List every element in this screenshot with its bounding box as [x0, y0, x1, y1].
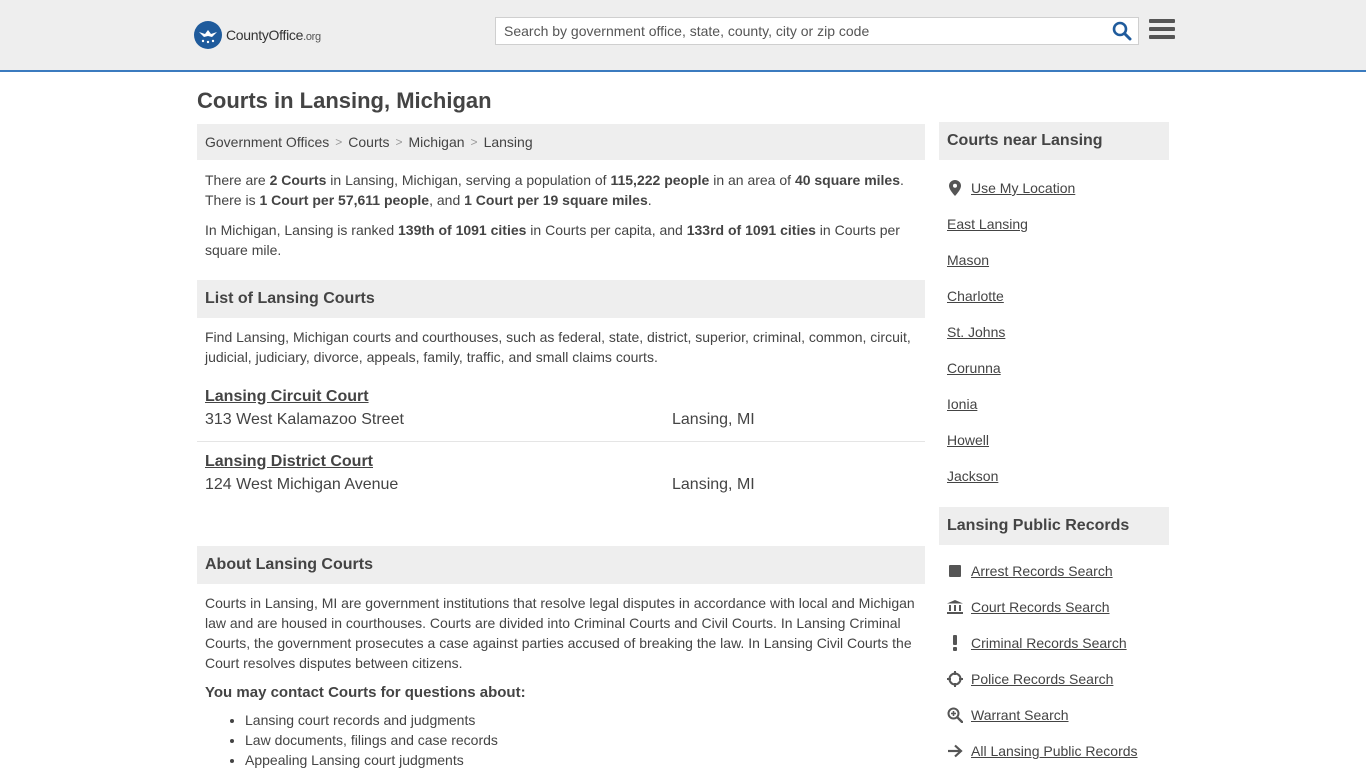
public-records-list: Arrest Records Search Court Records Sear… [939, 553, 1169, 769]
warrant-search-link[interactable]: Warrant Search [971, 707, 1069, 723]
ranking-text: in Courts per capita, and [526, 222, 687, 238]
exclamation-icon [947, 635, 963, 651]
list-item: St. Johns [939, 314, 1169, 350]
search-icon [1112, 21, 1132, 41]
per-area-value: 1 Court per 19 square miles [464, 192, 648, 208]
hamburger-menu-button[interactable] [1149, 19, 1175, 43]
area-value: 40 square miles [794, 172, 900, 188]
nearby-city-link[interactable]: Mason [947, 252, 989, 268]
court-name-link[interactable]: Lansing Circuit Court [205, 388, 369, 406]
nearby-city-link[interactable]: St. Johns [947, 324, 1005, 340]
logo-main-text: CountyOffice [226, 27, 304, 43]
about-text: Courts in Lansing, MI are government ins… [205, 595, 915, 671]
per-capita-rank: 139th of 1091 cities [398, 222, 527, 238]
nearby-city-link[interactable]: Howell [947, 432, 989, 448]
per-capita-value: 1 Court per 57,611 people [259, 192, 430, 208]
search-bar [495, 17, 1139, 45]
crosshair-icon [947, 671, 963, 687]
summary-text: There are [205, 172, 270, 188]
page-title: Courts in Lansing, Michigan [197, 88, 492, 113]
court-list-item: Lansing District Court 124 West Michigan… [197, 450, 925, 510]
square-icon [947, 563, 963, 579]
nearby-city-link[interactable]: Charlotte [947, 288, 1004, 304]
logo-wordmark: CountyOffice.org [226, 27, 321, 43]
criminal-records-link[interactable]: Criminal Records Search [971, 635, 1127, 651]
map-pin-icon [947, 180, 963, 196]
court-list-item: Lansing Circuit Court 313 West Kalamazoo… [197, 385, 925, 442]
main-content: Government Offices > Courts > Michigan >… [197, 124, 925, 770]
summary-text: , and [429, 192, 465, 208]
menu-bar-icon [1149, 35, 1175, 39]
list-item: Police Records Search [939, 661, 1169, 697]
sidebar: Courts near Lansing Use My Location East… [939, 122, 1169, 769]
list-item: Lansing court records and judgments [245, 710, 925, 730]
breadcrumb-michigan[interactable]: Michigan [409, 134, 465, 150]
summary-text: in an area of [709, 172, 795, 188]
summary-text: . [647, 192, 652, 208]
ranking-paragraph: In Michigan, Lansing is ranked 139th of … [197, 220, 925, 260]
list-item: Appealing Lansing court judgments [245, 750, 925, 770]
site-header: CountyOffice.org [0, 0, 1366, 72]
nearby-city-link[interactable]: Jackson [947, 468, 998, 484]
court-count: 2 Courts [269, 172, 327, 188]
nearby-cities-list: Use My Location East Lansing Mason Charl… [939, 170, 1169, 494]
list-item: Corunna [939, 350, 1169, 386]
list-item: Warrant Search [939, 697, 1169, 733]
use-location-item: Use My Location [939, 170, 1169, 206]
site-logo[interactable]: CountyOffice.org [194, 20, 321, 50]
breadcrumb-government-offices[interactable]: Government Offices [205, 134, 329, 150]
courts-near-heading: Courts near Lansing [939, 122, 1169, 160]
menu-bar-icon [1149, 19, 1175, 23]
court-name-link[interactable]: Lansing District Court [205, 453, 373, 471]
court-city: Lansing, MI [672, 476, 755, 493]
search-button[interactable] [1106, 18, 1138, 44]
arrow-right-icon [947, 743, 963, 759]
list-item: Howell [939, 422, 1169, 458]
list-item: All Lansing Public Records [939, 733, 1169, 769]
all-public-records-link[interactable]: All Lansing Public Records [971, 743, 1138, 759]
population-value: 115,222 people [610, 172, 710, 188]
list-item: Arrest Records Search [939, 553, 1169, 589]
search-input[interactable] [496, 19, 1106, 43]
nearby-city-link[interactable]: East Lansing [947, 216, 1028, 232]
police-records-link[interactable]: Police Records Search [971, 671, 1113, 687]
breadcrumb-lansing[interactable]: Lansing [484, 134, 533, 150]
court-city: Lansing, MI [672, 411, 755, 428]
contact-heading: You may contact Courts for questions abo… [205, 684, 526, 701]
list-item: Law documents, filings and case records [245, 730, 925, 750]
list-item: Court Records Search [939, 589, 1169, 625]
nearby-city-link[interactable]: Ionia [947, 396, 977, 412]
court-records-link[interactable]: Court Records Search [971, 599, 1110, 615]
logo-tld-text: .org [303, 31, 321, 43]
courthouse-icon [947, 599, 963, 615]
list-section-heading: List of Lansing Courts [197, 280, 925, 318]
chevron-right-icon: > [470, 135, 478, 149]
per-area-rank: 133rd of 1091 cities [686, 222, 816, 238]
chevron-right-icon: > [335, 135, 343, 149]
nearby-city-link[interactable]: Corunna [947, 360, 1001, 376]
chevron-right-icon: > [395, 135, 403, 149]
menu-bar-icon [1149, 27, 1175, 31]
about-section-heading: About Lansing Courts [197, 546, 925, 584]
contact-topics-list: Lansing court records and judgments Law … [197, 710, 925, 770]
list-item: Ionia [939, 386, 1169, 422]
court-address: 124 West Michigan Avenue [205, 476, 399, 493]
breadcrumb-courts[interactable]: Courts [348, 134, 389, 150]
arrest-records-link[interactable]: Arrest Records Search [971, 563, 1113, 579]
list-item: Charlotte [939, 278, 1169, 314]
eagle-logo-icon [194, 21, 222, 49]
breadcrumb: Government Offices > Courts > Michigan >… [197, 124, 925, 160]
use-my-location-link[interactable]: Use My Location [971, 180, 1075, 196]
summary-text: in Lansing, Michigan, serving a populati… [326, 172, 611, 188]
court-address: 313 West Kalamazoo Street [205, 411, 404, 428]
list-item: East Lansing [939, 206, 1169, 242]
list-intro-text: Find Lansing, Michigan courts and courth… [205, 329, 911, 365]
ranking-text: In Michigan, Lansing is ranked [205, 222, 398, 238]
list-item: Mason [939, 242, 1169, 278]
list-item: Jackson [939, 458, 1169, 494]
list-item: Criminal Records Search [939, 625, 1169, 661]
public-records-heading: Lansing Public Records [939, 507, 1169, 545]
summary-paragraph: There are 2 Courts in Lansing, Michigan,… [197, 170, 925, 210]
magnifier-icon [947, 707, 963, 723]
